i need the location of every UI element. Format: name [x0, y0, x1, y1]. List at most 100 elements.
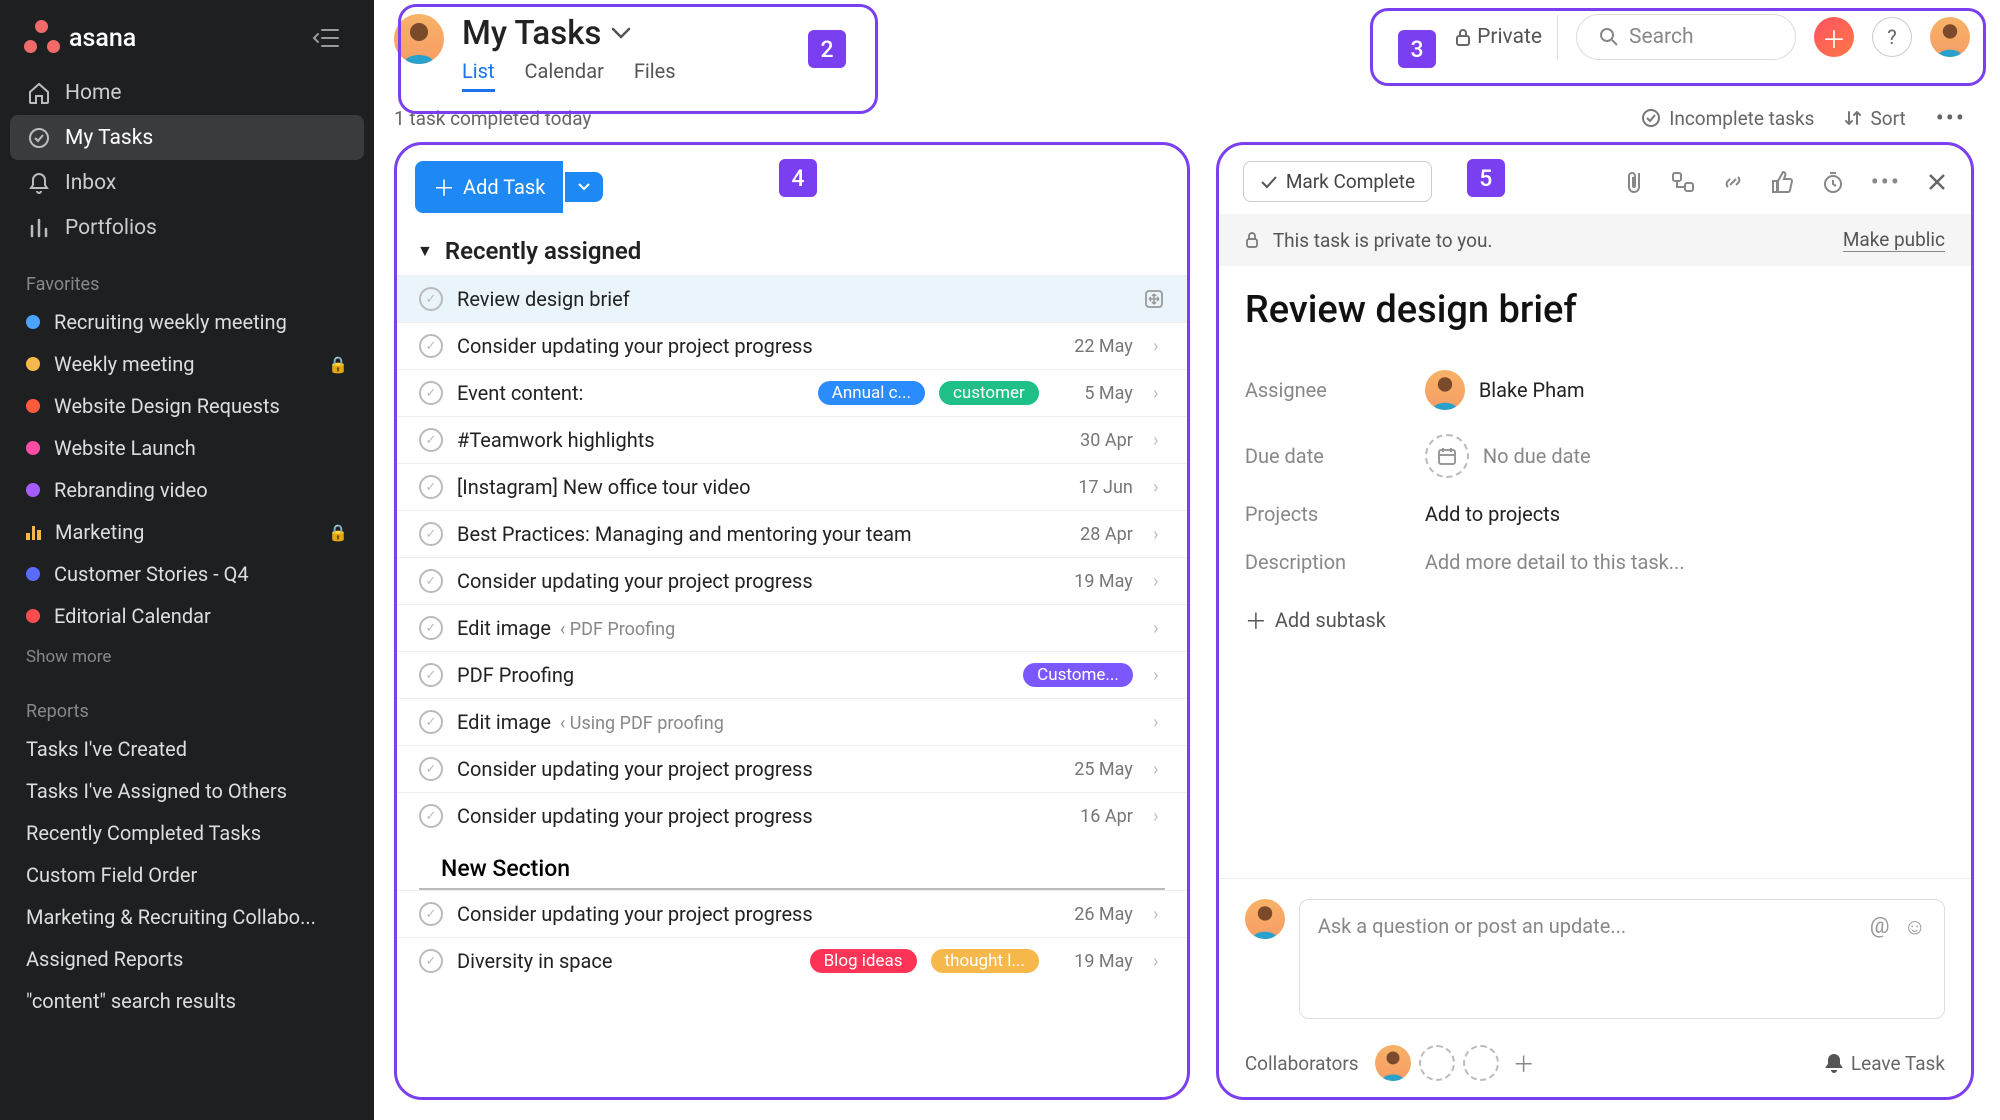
complete-toggle[interactable]: ✓	[419, 949, 443, 973]
complete-toggle[interactable]: ✓	[419, 334, 443, 358]
leave-task-button[interactable]: Leave Task	[1825, 1052, 1945, 1075]
due-date-value[interactable]: No due date	[1425, 434, 1591, 478]
show-more-button[interactable]: Show more	[0, 637, 374, 677]
add-collaborator-button[interactable]: ＋	[1513, 1047, 1535, 1079]
task-tag[interactable]: Blog ideas	[810, 949, 917, 973]
complete-toggle[interactable]: ✓	[419, 287, 443, 311]
description-value[interactable]: Add more detail to this task...	[1425, 550, 1685, 574]
description-label: Description	[1245, 550, 1385, 574]
global-add-button[interactable]: ＋	[1814, 17, 1854, 57]
task-row[interactable]: ✓Event content:Annual c...customer5 May›	[397, 369, 1187, 416]
collaborator-avatar[interactable]	[1375, 1045, 1411, 1081]
task-name: Event content:	[457, 381, 804, 405]
complete-toggle[interactable]: ✓	[419, 710, 443, 734]
timer-icon[interactable]	[1821, 170, 1845, 194]
complete-toggle[interactable]: ✓	[419, 616, 443, 640]
sort-button[interactable]: Sort	[1844, 107, 1905, 130]
report-item[interactable]: Marketing & Recruiting Collabo...	[0, 896, 374, 938]
task-row[interactable]: ✓PDF ProofingCustome...›	[397, 651, 1187, 698]
complete-toggle[interactable]: ✓	[419, 381, 443, 405]
report-item[interactable]: Recently Completed Tasks	[0, 812, 374, 854]
task-row[interactable]: ✓Best Practices: Managing and mentoring …	[397, 510, 1187, 557]
add-collaborator-slot[interactable]	[1419, 1045, 1455, 1081]
favorite-item[interactable]: Editorial Calendar	[0, 595, 374, 637]
task-title[interactable]: Review design brief	[1219, 266, 1971, 358]
page-title[interactable]: My Tasks	[462, 14, 676, 53]
mention-icon[interactable]: @	[1870, 914, 1890, 1004]
complete-toggle[interactable]: ✓	[419, 663, 443, 687]
favorite-item[interactable]: Weekly meeting🔒	[0, 343, 374, 385]
user-avatar[interactable]	[394, 14, 444, 64]
nav-portfolios[interactable]: Portfolios	[0, 205, 374, 250]
task-row[interactable]: ✓Consider updating your project progress…	[397, 322, 1187, 369]
nav-inbox[interactable]: Inbox	[0, 160, 374, 205]
collapse-sidebar-button[interactable]	[308, 20, 344, 56]
favorite-item[interactable]: Rebranding video	[0, 469, 374, 511]
profile-avatar[interactable]	[1930, 17, 1970, 57]
new-section-header[interactable]: New Section	[419, 839, 1165, 890]
favorite-item[interactable]: Customer Stories - Q4	[0, 553, 374, 595]
task-row[interactable]: ✓Consider updating your project progress…	[397, 792, 1187, 839]
privacy-bar: This task is private to you. Make public	[1219, 214, 1971, 266]
report-item[interactable]: "content" search results	[0, 980, 374, 1022]
task-tag[interactable]: customer	[939, 381, 1039, 405]
add-task-button[interactable]: ＋Add Task	[415, 161, 563, 213]
tab-list[interactable]: List	[462, 59, 495, 92]
project-color-dot	[26, 567, 40, 581]
filter-button[interactable]: Incomplete tasks	[1641, 107, 1814, 130]
add-task-dropdown[interactable]	[565, 172, 603, 202]
section-header[interactable]: ▼ Recently assigned	[397, 227, 1187, 275]
favorite-item[interactable]: Website Launch	[0, 427, 374, 469]
add-collaborator-slot[interactable]	[1463, 1045, 1499, 1081]
complete-toggle[interactable]: ✓	[419, 757, 443, 781]
task-row[interactable]: ✓Consider updating your project progress…	[397, 557, 1187, 604]
add-subtask-button[interactable]: ＋Add subtask	[1219, 586, 1971, 654]
report-item[interactable]: Tasks I've Assigned to Others	[0, 770, 374, 812]
task-row[interactable]: ✓Consider updating your project progress…	[397, 745, 1187, 792]
complete-toggle[interactable]: ✓	[419, 804, 443, 828]
task-row[interactable]: ✓Consider updating your project progress…	[397, 890, 1187, 937]
complete-toggle[interactable]: ✓	[419, 522, 443, 546]
comment-input[interactable]: Ask a question or post an update... @ ☺	[1299, 899, 1945, 1019]
task-more-menu[interactable]: •••	[1871, 168, 1901, 196]
task-tag[interactable]: thought l...	[931, 949, 1039, 973]
mark-complete-button[interactable]: Mark Complete	[1243, 161, 1432, 202]
close-icon[interactable]	[1927, 172, 1947, 192]
projects-value[interactable]: Add to projects	[1425, 502, 1560, 526]
report-item[interactable]: Assigned Reports	[0, 938, 374, 980]
more-menu-button[interactable]: •••	[1936, 104, 1966, 132]
nav-home[interactable]: Home	[0, 70, 374, 115]
task-tag[interactable]: Custome...	[1023, 663, 1133, 687]
complete-toggle[interactable]: ✓	[419, 902, 443, 926]
task-tag[interactable]: Annual c...	[818, 381, 925, 405]
report-item[interactable]: Custom Field Order	[0, 854, 374, 896]
attachment-icon[interactable]	[1623, 170, 1645, 194]
task-row[interactable]: ✓#Teamwork highlights30 Apr›	[397, 416, 1187, 463]
assignee-value[interactable]: Blake Pham	[1425, 370, 1585, 410]
tab-calendar[interactable]: Calendar	[525, 59, 604, 92]
tab-files[interactable]: Files	[634, 59, 676, 92]
complete-toggle[interactable]: ✓	[419, 569, 443, 593]
task-row[interactable]: ✓Review design brief	[397, 275, 1187, 322]
nav-my-tasks[interactable]: My Tasks	[10, 115, 364, 160]
emoji-icon[interactable]: ☺	[1904, 914, 1926, 1004]
favorite-item[interactable]: Recruiting weekly meeting	[0, 301, 374, 343]
make-public-button[interactable]: Make public	[1843, 228, 1945, 252]
link-icon[interactable]	[1721, 170, 1745, 194]
app-logo[interactable]: asana	[24, 20, 136, 56]
help-button[interactable]: ?	[1872, 17, 1912, 57]
like-icon[interactable]	[1771, 170, 1795, 194]
task-row[interactable]: ✓Diversity in spaceBlog ideasthought l..…	[397, 937, 1187, 984]
move-icon[interactable]	[1143, 288, 1165, 310]
report-item[interactable]: Tasks I've Created	[0, 728, 374, 770]
complete-toggle[interactable]: ✓	[419, 475, 443, 499]
privacy-indicator[interactable]: Private	[1440, 15, 1558, 59]
task-row[interactable]: ✓[Instagram] New office tour video17 Jun…	[397, 463, 1187, 510]
favorite-item[interactable]: Website Design Requests	[0, 385, 374, 427]
favorite-item[interactable]: Marketing🔒	[0, 511, 374, 553]
subtask-icon[interactable]	[1671, 171, 1695, 193]
complete-toggle[interactable]: ✓	[419, 428, 443, 452]
search-input[interactable]: Search	[1576, 14, 1796, 60]
task-row[interactable]: ✓Edit image ‹ PDF Proofing›	[397, 604, 1187, 651]
task-row[interactable]: ✓Edit image ‹ Using PDF proofing›	[397, 698, 1187, 745]
